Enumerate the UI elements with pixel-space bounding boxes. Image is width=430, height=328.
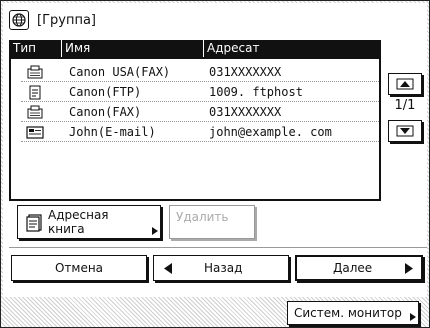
row-address: 031XXXXXXX: [209, 105, 282, 119]
row-name: Canon USA(FAX): [69, 65, 171, 79]
screen-frame: [Группа] Тип Имя Адресат Canon USA(FAX) …: [0, 0, 430, 328]
row-name: John(E-mail): [69, 125, 156, 139]
address-book-button[interactable]: Адресная книга: [17, 205, 161, 239]
main-panel: [Группа] Тип Имя Адресат Canon USA(FAX) …: [3, 3, 427, 297]
arrow-right-icon: [405, 263, 413, 274]
arrow-down-icon: [396, 125, 414, 137]
back-label: Назад: [204, 261, 243, 275]
table-row[interactable]: Canon(FAX) 031XXXXXXX: [21, 103, 379, 122]
row-name: Canon(FAX): [69, 105, 142, 119]
address-book-icon: [26, 214, 42, 232]
delete-button[interactable]: Удалить: [169, 205, 255, 239]
chevron-right-icon: [152, 227, 158, 235]
separator: [9, 247, 427, 248]
arrow-left-icon: [164, 263, 172, 274]
page-counter: 1/1: [394, 98, 416, 113]
fax-icon: [27, 105, 43, 119]
address-book-label: Адресная книга: [48, 208, 109, 236]
scroll-down-button[interactable]: [388, 120, 422, 142]
row-address: 031XXXXXXX: [209, 65, 282, 79]
email-icon: [26, 126, 44, 139]
column-divider: [61, 40, 62, 57]
chevron-right-icon: [410, 313, 416, 321]
column-divider: [203, 40, 204, 57]
column-header-type: Тип: [13, 41, 36, 55]
row-address: john@example. com: [209, 125, 332, 139]
system-monitor-button[interactable]: Систем. монитор: [287, 301, 419, 325]
cancel-button[interactable]: Отмена: [11, 255, 147, 281]
table-row[interactable]: Canon USA(FAX) 031XXXXXXX: [21, 63, 379, 82]
page-title: [Группа]: [37, 12, 96, 28]
title-row: [Группа]: [9, 8, 96, 32]
fax-icon: [27, 65, 43, 79]
address-list[interactable]: Canon USA(FAX) 031XXXXXXX Canon(FTP) 100…: [9, 57, 381, 201]
table-row[interactable]: Canon(FTP) 1009. ftphost: [21, 83, 379, 102]
cancel-label: Отмена: [54, 261, 104, 275]
next-label: Далее: [333, 261, 373, 275]
next-button[interactable]: Далее: [295, 255, 423, 281]
system-monitor-label: Систем. монитор: [294, 306, 402, 320]
column-header-address: Адресат: [207, 41, 260, 55]
column-header-name: Имя: [65, 41, 91, 55]
table-row[interactable]: John(E-mail) john@example. com: [21, 123, 379, 142]
scroll-up-button[interactable]: [388, 73, 422, 95]
table-header: Тип Имя Адресат: [9, 40, 381, 57]
row-address: 1009. ftphost: [209, 85, 303, 99]
globe-icon: [9, 10, 29, 30]
delete-label: Удалить: [176, 210, 229, 224]
row-name: Canon(FTP): [69, 85, 142, 99]
back-button[interactable]: Назад: [153, 255, 289, 281]
arrow-up-icon: [396, 78, 414, 90]
ftp-server-icon: [29, 85, 41, 100]
